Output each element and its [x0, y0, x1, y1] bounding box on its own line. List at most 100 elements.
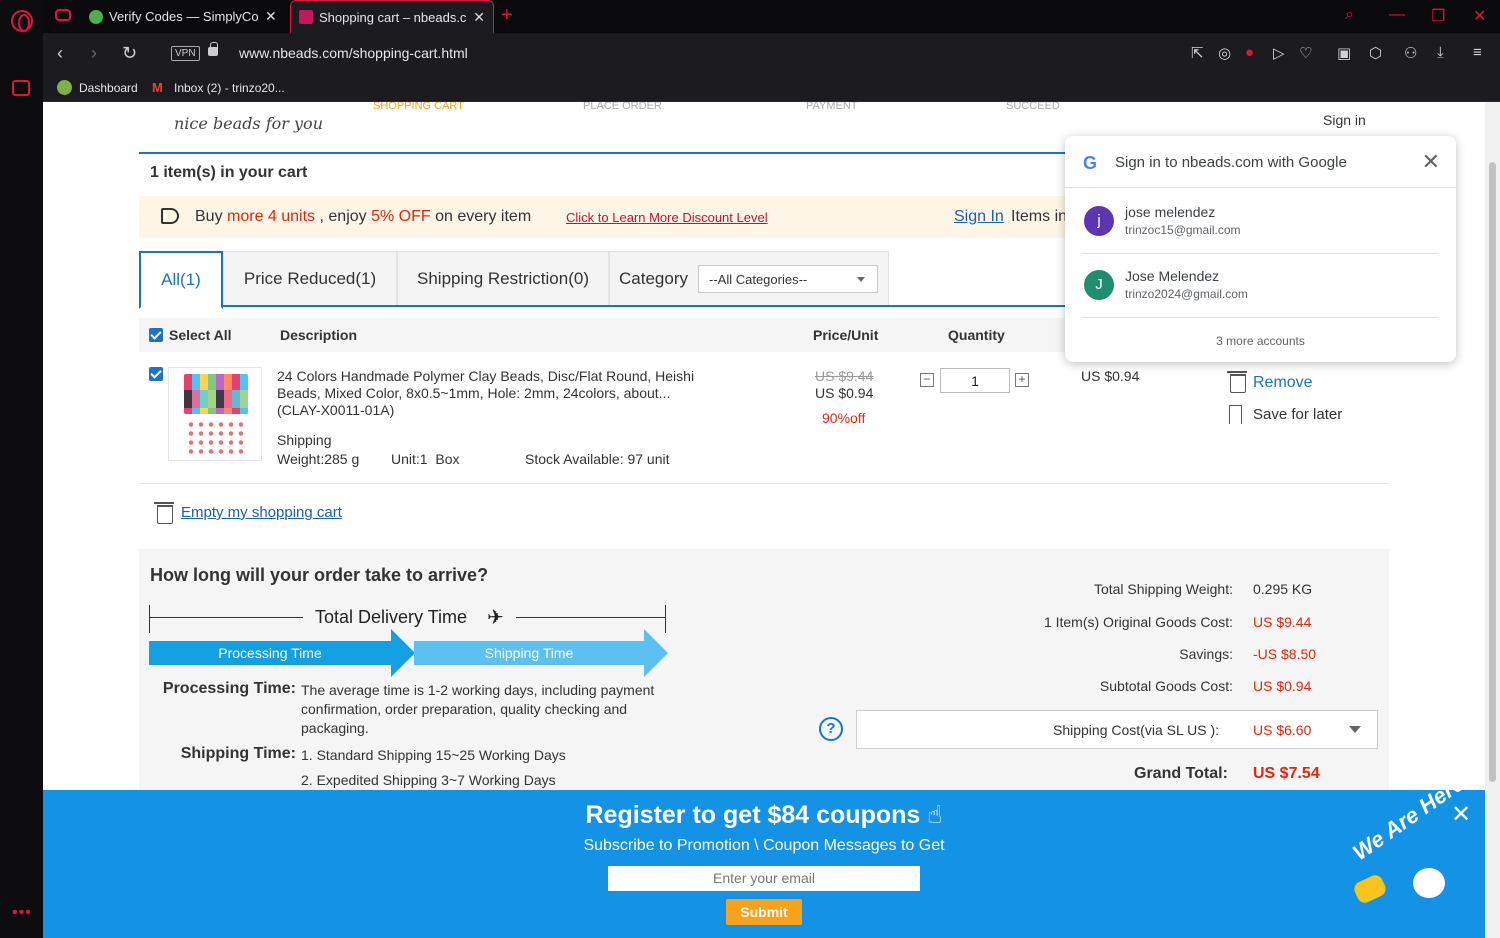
account-email: trinzo2024@gmail.com — [1125, 287, 1248, 301]
account-email: trinzoc15@gmail.com — [1125, 223, 1241, 237]
email-input[interactable]: Enter your email — [608, 866, 920, 891]
close-icon[interactable]: ✕ — [1422, 149, 1440, 175]
tab-bar: Verify Codes — SimplyCod ✕ Shopping cart… — [43, 0, 1500, 33]
product-weight: Weight:285 g — [277, 451, 360, 467]
close-tab-icon[interactable]: ✕ — [265, 8, 277, 25]
cart-table-header: Select All Description Price/Unit Quanti… — [139, 318, 1069, 352]
waving-hand-icon — [1351, 872, 1389, 906]
search-icon[interactable]: ⌕ — [1345, 6, 1354, 24]
sign-in-link[interactable]: Sign in — [1323, 112, 1366, 128]
coupon-headline: Register to get $84 coupons ☝ — [585, 801, 943, 829]
quantity-increase-button[interactable]: + — [1015, 373, 1029, 387]
bookmark-inbox[interactable]: M Inbox (2) - trinzo20... — [152, 80, 285, 95]
original-cost-value: US $9.44 — [1253, 614, 1312, 630]
submit-button[interactable]: Submit — [726, 899, 802, 925]
close-banner-icon[interactable]: ✕ — [1451, 800, 1471, 829]
promo-text: Buy more 4 units , enjoy 5% OFF on every… — [195, 208, 532, 225]
select-all-label[interactable]: Select All — [169, 327, 232, 343]
subtotal-label: Subtotal Goods Cost: — [1099, 678, 1233, 694]
profile-icon[interactable]: ⚇ — [1404, 44, 1417, 62]
description-header: Description — [280, 327, 358, 343]
learn-discount-link[interactable]: Click to Learn More Discount Level — [566, 210, 768, 225]
avatar: J — [1084, 270, 1114, 300]
google-account-2[interactable]: J Jose Melendez trinzo2024@gmail.com — [1082, 256, 1438, 318]
download-icon[interactable]: ⤓ — [1437, 44, 1444, 61]
minimize-icon[interactable]: — — [1389, 6, 1405, 24]
forward-icon[interactable]: › — [91, 43, 97, 64]
quantity-decrease-button[interactable]: − — [920, 373, 934, 387]
item-checkbox[interactable] — [149, 367, 163, 381]
camera-icon[interactable]: ◎ — [1218, 44, 1231, 62]
category-select[interactable]: --All Categories-- — [698, 265, 878, 293]
discount-badge: 90%off — [822, 410, 866, 426]
lock-icon[interactable] — [208, 42, 218, 56]
check-icon — [89, 9, 103, 24]
opera-logo-icon[interactable] — [11, 10, 33, 32]
page-scrollbar[interactable] — [1485, 102, 1500, 938]
product-unit: Unit:1 Box — [391, 451, 460, 467]
promo-items-text: Items in — [1011, 208, 1068, 225]
tab-all[interactable]: All(1) — [139, 251, 223, 309]
reload-icon[interactable]: ↻ — [122, 43, 137, 64]
shopping-bag-icon[interactable] — [12, 80, 30, 96]
tab-shopping-cart[interactable]: Shopping cart – nbeads.co ✕ — [290, 0, 494, 33]
save-for-later-button[interactable]: Save for later — [1253, 406, 1342, 423]
gamepad-icon[interactable] — [55, 9, 71, 21]
filter-tabs: All(1) Price Reduced(1) Shipping Restric… — [139, 251, 1069, 309]
new-tab-icon[interactable]: + — [501, 4, 513, 27]
chat-icon[interactable] — [1413, 868, 1445, 898]
tab-shipping-restriction[interactable]: Shipping Restriction(0) — [397, 251, 609, 305]
send-icon[interactable]: ▷ — [1273, 44, 1285, 62]
savings-value: -US $8.50 — [1253, 646, 1317, 662]
select-all-checkbox[interactable] — [149, 328, 163, 342]
delivery-title: How long will your order take to arrive? — [150, 565, 489, 585]
close-window-icon[interactable]: ✕ — [1473, 6, 1486, 26]
step-shopping-cart: SHOPPING CART — [373, 102, 464, 112]
google-account-1[interactable]: j jose melendez trinzoc15@gmail.com — [1082, 192, 1438, 254]
restore-icon[interactable]: ❐ — [1431, 6, 1445, 26]
shipping-cost-value: US $6.60 — [1253, 722, 1312, 738]
product-title[interactable]: 24 Colors Handmade Polymer Clay Beads, D… — [277, 368, 737, 419]
subtotal-value: US $0.94 — [1253, 678, 1312, 694]
shipping-time-label: Shipping Time: — [180, 745, 296, 762]
expedited-shipping: 2. Expedited Shipping 3~7 Working Days — [301, 772, 556, 788]
menu-icon[interactable]: ≡ — [1473, 44, 1482, 61]
account-name: Jose Melendez — [1125, 268, 1220, 284]
dashboard-icon — [57, 80, 72, 95]
help-icon[interactable]: ? — [819, 717, 843, 741]
extension-icon[interactable]: ▣ — [1337, 44, 1351, 62]
heart-icon[interactable]: ♡ — [1299, 44, 1312, 62]
product-image[interactable] — [168, 367, 262, 461]
empty-cart-icon[interactable] — [154, 502, 174, 524]
box-icon[interactable]: ⬡ — [1369, 44, 1382, 62]
back-icon[interactable]: ‹ — [57, 43, 63, 64]
shipping-weight-label: Total Shipping Weight: — [1093, 581, 1233, 597]
more-accounts-link[interactable]: 3 more accounts — [1065, 334, 1456, 348]
trash-icon[interactable] — [1227, 371, 1247, 393]
logo-tagline[interactable]: nice beads for you — [174, 114, 323, 133]
google-popup-title: Sign in to nbeads.com with Google — [1115, 154, 1347, 171]
more-icon[interactable]: ••• — [12, 904, 32, 922]
url-input[interactable]: www.nbeads.com/shopping-cart.html — [239, 45, 468, 61]
shipping-method-select[interactable]: Shipping Cost(via SL US ): US $6.60 — [856, 710, 1378, 749]
empty-cart-link[interactable]: Empty my shopping cart — [181, 504, 342, 521]
shield-icon[interactable]: ● — [1245, 44, 1254, 61]
address-bar: ‹ › ↻ VPN www.nbeads.com/shopping-cart.h… — [43, 33, 1500, 75]
tab-price-reduced[interactable]: Price Reduced(1) — [223, 251, 397, 305]
savings-label: Savings: — [1179, 646, 1233, 662]
quantity-input[interactable]: 1 — [940, 368, 1010, 393]
pointing-hand-icon: ☝ — [927, 801, 943, 829]
chevron-down-icon[interactable] — [1349, 726, 1361, 739]
close-tab-icon[interactable]: ✕ — [473, 9, 485, 26]
promo-sign-in-link[interactable]: Sign In — [954, 208, 1004, 226]
coupon-subtext: Subscribe to Promotion \ Coupon Messages… — [583, 837, 945, 854]
product-sku: (CLAY-X0011-01A) — [277, 402, 395, 418]
step-place-order: PLACE ORDER — [583, 102, 662, 112]
price-unit-header: Price/Unit — [813, 327, 879, 343]
vpn-badge[interactable]: VPN — [171, 46, 200, 61]
divider — [139, 483, 1389, 484]
share-icon[interactable]: ⇱ — [1191, 44, 1204, 62]
bookmark-dashboard[interactable]: Dashboard — [57, 80, 138, 95]
remove-button[interactable]: Remove — [1253, 374, 1313, 392]
bookmark-icon[interactable] — [1229, 405, 1242, 424]
